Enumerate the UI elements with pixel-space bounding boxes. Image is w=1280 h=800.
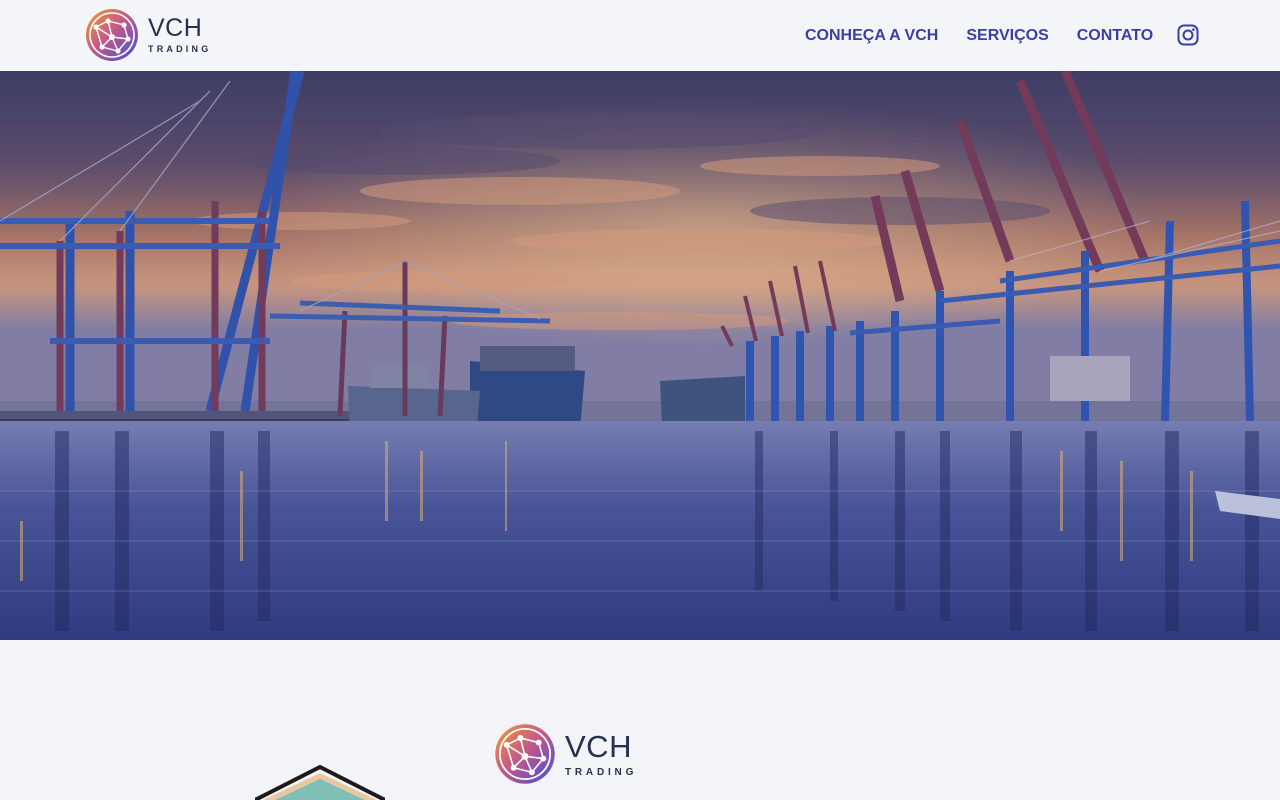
nav-link-contato[interactable]: CONTATO	[1077, 27, 1153, 45]
about-logo-name: VCH	[565, 728, 632, 764]
logo-tagline: TRADING	[148, 44, 212, 54]
about-logo: VCH TRADING	[493, 722, 637, 786]
main-nav: CONHEÇA A VCH SERVIÇOS CONTATO	[805, 0, 1153, 71]
about-logo-tagline: TRADING	[565, 766, 638, 778]
globe-network-icon	[495, 724, 555, 784]
logo-name: VCH	[148, 14, 203, 42]
house-illustration	[255, 765, 385, 800]
nav-link-servicos[interactable]: SERVIÇOS	[966, 27, 1048, 45]
globe-network-icon	[86, 9, 138, 61]
header-logo[interactable]: VCH TRADING	[84, 7, 211, 63]
nav-link-conheca[interactable]: CONHEÇA A VCH	[805, 27, 938, 45]
hero-banner	[0, 71, 1280, 640]
container-port-sunset-photo	[0, 71, 1280, 640]
instagram-icon[interactable]	[1177, 24, 1199, 46]
site-header: VCH TRADING CONHEÇA A VCH SERVIÇOS CONTA…	[0, 0, 1280, 71]
